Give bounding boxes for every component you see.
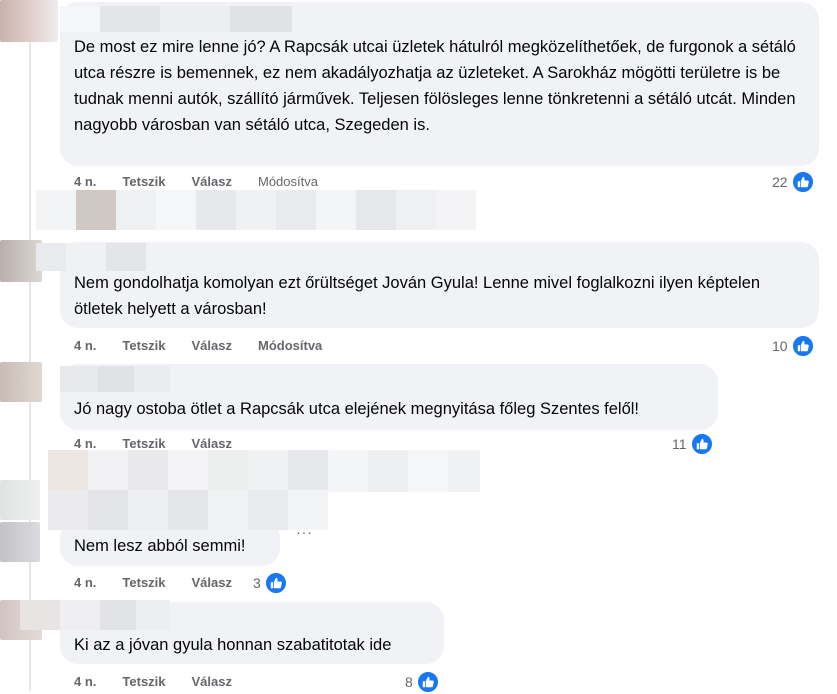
reaction-count-number: 3	[253, 575, 261, 591]
like-button[interactable]: Tetszik	[122, 575, 165, 590]
redacted-block	[48, 450, 480, 492]
like-button[interactable]: Tetszik	[122, 174, 165, 189]
reaction-count[interactable]: 11	[672, 432, 714, 456]
avatar[interactable]	[0, 522, 40, 562]
comment-actions: 4 n. Tetszik Válasz	[74, 575, 258, 590]
like-button[interactable]: Tetszik	[122, 338, 165, 353]
reaction-count-number: 11	[672, 436, 687, 452]
comment-text: Ki az a jóvan gyula honnan szabatitotak …	[74, 636, 392, 654]
reply-button[interactable]: Válasz	[192, 338, 232, 353]
comment-actions: 4 n. Tetszik Válasz	[74, 436, 258, 451]
comment-text-container: Ki az a jóvan gyula honnan szabatitotak …	[60, 602, 444, 664]
reply-button[interactable]: Válasz	[192, 575, 232, 590]
reply-button[interactable]: Válasz	[192, 174, 232, 189]
comment-text-container: Nem gondolhatja komolyan ezt őrültséget …	[60, 242, 819, 328]
like-button[interactable]: Tetszik	[122, 674, 165, 689]
comment-text: Nem gondolhatja komolyan ezt őrültséget …	[74, 274, 761, 318]
like-thumb-icon	[790, 334, 815, 358]
comment-text: Jó nagy ostoba ötlet a Rapcsák utca elej…	[74, 400, 640, 418]
comment-text-container: De most ez mire lenne jó? A Rapcsák utca…	[60, 2, 819, 166]
timestamp-link[interactable]: 4 n.	[74, 436, 96, 451]
reaction-count-number: 10	[772, 338, 788, 354]
comment-text: Nem lesz abból semmi!	[74, 537, 246, 555]
comment-text-container: Jó nagy ostoba ötlet a Rapcsák utca elej…	[60, 364, 718, 430]
avatar[interactable]	[0, 480, 40, 520]
comment-text: De most ez mire lenne jó? A Rapcsák utca…	[74, 38, 796, 134]
more-options-icon[interactable]: ···	[296, 524, 313, 540]
comment-actions: 4 n. Tetszik Válasz Módosítva	[74, 174, 344, 189]
comment-actions: 4 n. Tetszik Válasz Módosítva	[74, 338, 348, 353]
comment-text-container: Nem lesz abból semmi!	[60, 520, 280, 566]
reply-button[interactable]: Válasz	[192, 674, 232, 689]
reaction-count[interactable]: 3	[253, 571, 288, 595]
reaction-count-number: 8	[405, 674, 413, 690]
reaction-count[interactable]: 8	[405, 670, 440, 694]
timestamp-link[interactable]: 4 n.	[74, 575, 96, 590]
comment-actions: 4 n. Tetszik Válasz	[74, 674, 258, 689]
avatar[interactable]	[0, 362, 42, 402]
timestamp-link[interactable]: 4 n.	[74, 338, 96, 353]
like-button[interactable]: Tetszik	[122, 436, 165, 451]
avatar[interactable]	[0, 0, 58, 42]
reaction-count[interactable]: 22	[772, 170, 815, 194]
edited-label[interactable]: Módosítva	[258, 174, 318, 189]
like-thumb-icon	[689, 432, 714, 456]
timestamp-link[interactable]: 4 n.	[74, 674, 96, 689]
like-thumb-icon	[790, 170, 815, 194]
reply-button[interactable]: Válasz	[192, 436, 232, 451]
edited-label[interactable]: Módosítva	[258, 338, 322, 353]
reaction-count[interactable]: 10	[772, 334, 815, 358]
timestamp-link[interactable]: 4 n.	[74, 174, 96, 189]
like-thumb-icon	[415, 670, 440, 694]
redacted-block	[36, 190, 476, 230]
like-thumb-icon	[263, 571, 288, 595]
reaction-count-number: 22	[772, 174, 788, 190]
